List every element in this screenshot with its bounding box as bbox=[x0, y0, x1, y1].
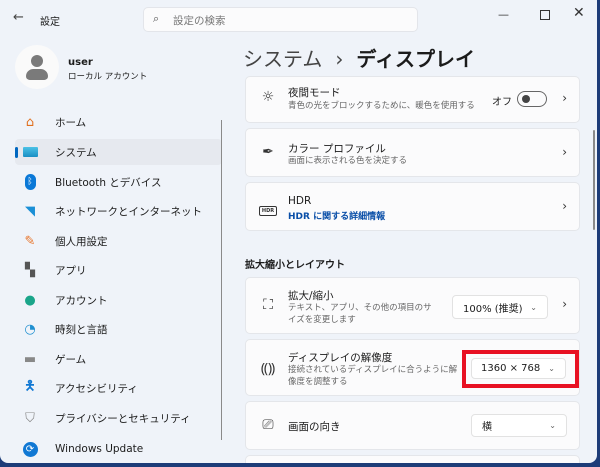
hdr-info-link[interactable]: HDR に関する詳細情報 bbox=[288, 209, 385, 222]
toggle-label: オフ bbox=[492, 97, 512, 108]
clock-globe-icon: ◔ bbox=[24, 321, 36, 337]
apps-icon: ▚ bbox=[25, 262, 35, 278]
chevron-right-icon: › bbox=[562, 91, 567, 105]
chevron-right-icon: › bbox=[562, 145, 567, 159]
sidebar-scrollbar[interactable] bbox=[221, 120, 222, 440]
sidebar-item-windows-update[interactable]: ⟳ Windows Update bbox=[15, 436, 222, 462]
sidebar-item-system[interactable]: システム bbox=[15, 139, 222, 165]
sidebar-item-label: アクセシビリティ bbox=[55, 382, 138, 395]
page-title: ディスプレイ bbox=[356, 47, 475, 71]
scale-dropdown[interactable]: 100% (推奨) ⌄ bbox=[452, 295, 548, 319]
accessibility-icon: 🯅 bbox=[24, 379, 36, 394]
settings-window: ← 設定 ⌕ 設定の検索 — ✕ user ローカル アカウント ⌂ ホーム シス… bbox=[0, 0, 597, 463]
dropdown-value: 100% (推奨) bbox=[463, 303, 523, 315]
sidebar-item-network[interactable]: ◥ ネットワークとインターネット bbox=[15, 198, 222, 224]
card-title: ディスプレイの解像度 bbox=[288, 352, 393, 364]
sidebar-item-home[interactable]: ⌂ ホーム bbox=[15, 109, 222, 135]
sidebar-item-label: プライバシーとセキュリティ bbox=[55, 412, 191, 425]
sidebar-item-personalization[interactable]: ✎ 個人用設定 bbox=[15, 228, 222, 254]
home-icon: ⌂ bbox=[25, 114, 35, 130]
night-light-toggle[interactable] bbox=[517, 91, 547, 107]
chevron-down-icon: ⌄ bbox=[549, 421, 556, 430]
sidebar-item-time-language[interactable]: ◔ 時刻と言語 bbox=[15, 316, 222, 342]
orientation-icon: ⎚ bbox=[262, 417, 274, 433]
card-title: 画面の向き bbox=[288, 421, 341, 433]
night-light-card[interactable]: ☼ 夜間モード 青色の光をブロックするために、暖色を使用する オフ › bbox=[245, 76, 580, 123]
sidebar-item-accounts[interactable]: ● アカウント bbox=[15, 287, 222, 313]
app-title: 設定 bbox=[40, 17, 60, 28]
sidebar-item-gaming[interactable]: ▬ ゲーム bbox=[15, 346, 222, 372]
brush-icon: ✎ bbox=[24, 233, 36, 249]
chevron-down-icon: ⌄ bbox=[530, 302, 537, 312]
minimize-button[interactable]: — bbox=[498, 8, 509, 21]
next-card[interactable] bbox=[245, 455, 580, 463]
hdr-icon: HDR bbox=[258, 200, 278, 216]
sidebar-item-label: Bluetooth とデバイス bbox=[55, 176, 162, 189]
breadcrumb: システム › ディスプレイ bbox=[243, 43, 475, 72]
highlight-box bbox=[462, 350, 579, 388]
sidebar-item-label: アプリ bbox=[55, 264, 87, 277]
card-description: 接続されているディスプレイに合うように解像度を調整する bbox=[288, 365, 458, 387]
sidebar-item-bluetooth[interactable]: ᛒ Bluetooth とデバイス bbox=[15, 169, 222, 195]
breadcrumb-separator: › bbox=[335, 47, 344, 71]
account-type: ローカル アカウント bbox=[68, 72, 148, 82]
card-description: テキスト、アプリ、その他の項目のサイズを変更します bbox=[288, 303, 432, 325]
card-description: 画面に表示される色を決定する bbox=[288, 156, 408, 166]
sidebar-item-label: ネットワークとインターネット bbox=[55, 205, 202, 218]
sidebar-item-label: システム bbox=[55, 146, 97, 159]
orientation-card[interactable]: ⎚ 画面の向き 横 ⌄ bbox=[245, 401, 580, 450]
section-heading: 拡大縮小とレイアウト bbox=[245, 260, 345, 271]
avatar[interactable] bbox=[15, 45, 59, 89]
sidebar-item-accessibility[interactable]: 🯅 アクセシビリティ bbox=[15, 375, 222, 401]
gamepad-icon: ▬ bbox=[23, 351, 37, 367]
orientation-dropdown[interactable]: 横 ⌄ bbox=[471, 414, 567, 437]
system-icon bbox=[22, 144, 38, 160]
wifi-icon: ◥ bbox=[25, 203, 35, 219]
card-title: 夜間モード bbox=[288, 87, 341, 99]
chevron-right-icon: › bbox=[562, 199, 567, 213]
sidebar-item-privacy[interactable]: ⛉ プライバシーとセキュリティ bbox=[15, 405, 222, 431]
card-description: 青色の光をブロックするために、暖色を使用する bbox=[288, 101, 475, 111]
shield-icon: ⛉ bbox=[25, 410, 35, 426]
back-button[interactable]: ← bbox=[13, 10, 24, 25]
search-placeholder: 設定の検索 bbox=[173, 15, 226, 27]
update-icon: ⟳ bbox=[22, 441, 38, 457]
user-name: user bbox=[68, 57, 93, 68]
close-button[interactable]: ✕ bbox=[573, 5, 585, 21]
breadcrumb-parent[interactable]: システム bbox=[243, 47, 322, 71]
color-profile-card[interactable]: ✒ カラー プロファイル 画面に表示される色を決定する › bbox=[245, 128, 580, 177]
maximize-button[interactable] bbox=[540, 10, 550, 20]
card-title: 拡大/縮小 bbox=[288, 290, 334, 302]
search-box[interactable]: ⌕ 設定の検索 bbox=[143, 7, 418, 32]
sidebar-item-apps[interactable]: ▚ アプリ bbox=[15, 257, 222, 283]
bluetooth-icon: ᛒ bbox=[22, 174, 38, 190]
hdr-card[interactable]: HDR HDR HDR に関する詳細情報 › bbox=[245, 182, 580, 231]
scale-icon: ⛶ bbox=[263, 297, 273, 313]
resolution-icon: ⸨⸩ bbox=[260, 361, 276, 377]
card-title: HDR bbox=[288, 195, 312, 207]
sidebar-item-label: 個人用設定 bbox=[55, 235, 108, 248]
sidebar-item-label: Windows Update bbox=[55, 443, 144, 455]
dropdown-value: 横 bbox=[482, 422, 492, 433]
chevron-right-icon: › bbox=[562, 297, 567, 311]
sidebar-item-label: 時刻と言語 bbox=[55, 323, 108, 336]
card-title: カラー プロファイル bbox=[288, 143, 386, 155]
sidebar-item-label: アカウント bbox=[55, 294, 108, 307]
account-icon: ● bbox=[24, 292, 36, 308]
scale-card[interactable]: ⛶ 拡大/縮小 テキスト、アプリ、その他の項目のサイズを変更します 100% (… bbox=[245, 277, 580, 334]
sidebar-item-label: ゲーム bbox=[55, 353, 87, 366]
content-scrollbar[interactable] bbox=[593, 130, 595, 230]
search-icon: ⌕ bbox=[153, 12, 160, 25]
brightness-icon: ☼ bbox=[261, 89, 275, 105]
sidebar-item-label: ホーム bbox=[55, 116, 87, 129]
eyedropper-icon: ✒ bbox=[262, 144, 274, 160]
